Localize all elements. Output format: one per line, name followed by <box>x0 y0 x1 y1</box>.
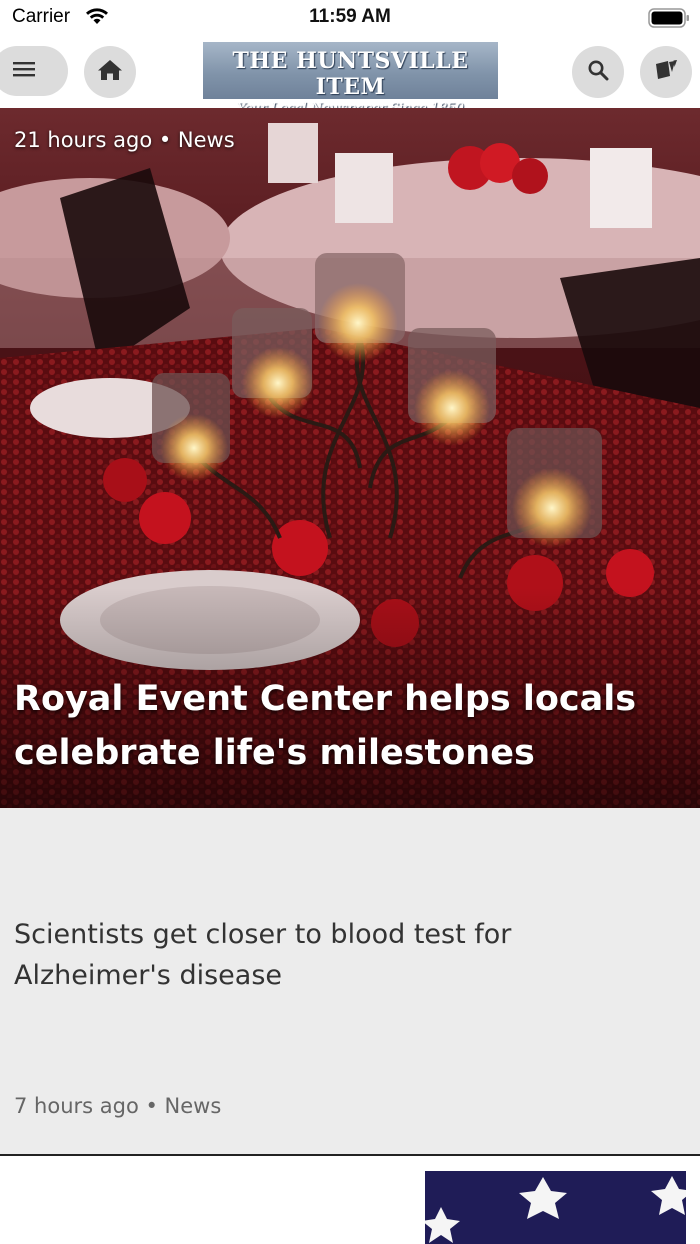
app-header: THE HUNTSVILLE ITEM Your Local Newspaper… <box>0 36 700 116</box>
newspaper-logo[interactable]: THE HUNTSVILLE ITEM Your Local Newspaper… <box>203 42 498 116</box>
article-thumbnail[interactable] <box>425 1171 686 1244</box>
home-icon <box>97 58 123 86</box>
clock: 11:59 AM <box>309 6 391 27</box>
battery-icon <box>648 8 690 32</box>
article-headline[interactable]: Scientists get closer to blood test for … <box>14 914 574 996</box>
menu-icon <box>12 59 36 83</box>
e-edition-button[interactable] <box>640 46 692 98</box>
article-headline[interactable]: Royal Event Center helps locals celebrat… <box>14 672 654 780</box>
status-bar: Carrier 11:59 AM <box>0 0 700 36</box>
home-button[interactable] <box>84 46 136 98</box>
featured-article[interactable]: 21 hours ago • News Royal Event Center h… <box>0 108 700 808</box>
search-icon <box>587 59 609 85</box>
article-card[interactable] <box>0 1158 700 1244</box>
article-card[interactable]: Scientists get closer to blood test for … <box>0 808 700 1156</box>
menu-button[interactable] <box>0 46 68 96</box>
logo-title: THE HUNTSVILLE ITEM <box>232 48 469 100</box>
article-meta: 21 hours ago • News <box>14 128 235 152</box>
article-meta: 7 hours ago • News <box>14 1094 222 1118</box>
e-edition-icon <box>653 58 679 86</box>
search-button[interactable] <box>572 46 624 98</box>
